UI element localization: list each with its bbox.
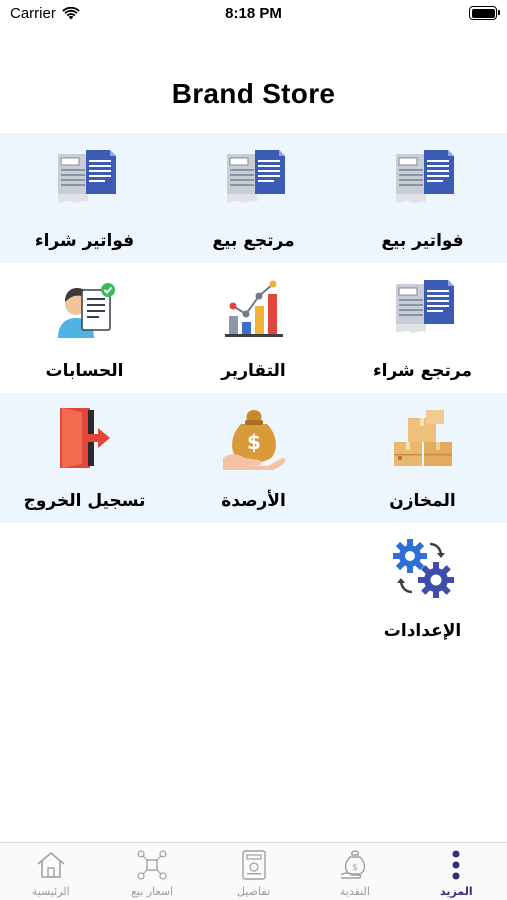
menu-item-label: مرتجع شراء [372,361,473,381]
svg-text:$: $ [352,863,358,873]
tab-label: تفاصيل [237,885,270,898]
menu-item-label: تسجيل الخروج [23,491,146,511]
page-title: Brand Store [171,78,336,109]
details-icon [238,849,270,881]
menu-item-label: فواتير شراء [34,231,135,251]
gears-icon [388,533,458,603]
menu-item-label: الأرصدة [221,491,286,511]
money-bag-icon: $ [219,403,289,473]
status-bar: Carrier 8:18 PM [0,0,507,30]
menu-item-purchase-invoices[interactable]: فواتير شراء [0,133,169,263]
menu-item-label: مرتجع بيع [212,231,295,251]
tab-label: النقدية [339,885,370,898]
accountant-icon [50,273,120,343]
menu-row: المخازن $ الأرصدة تسجيل الخروج [0,393,507,523]
document-icon [388,273,458,343]
prices-icon [136,849,168,881]
cash-icon: $ [339,849,371,881]
battery-icon [469,6,500,20]
menu-item-sales-invoices[interactable]: فواتير بيع [338,133,507,263]
clock: 8:18 PM [225,5,282,22]
tab-cash[interactable]: $ النقدية [304,843,405,900]
home-icon [35,849,67,881]
menu-row: الإعدادات [0,523,507,653]
menu-row: فواتير بيع مرتجع بيع فواتير شراء [0,133,507,263]
menu-item-logout[interactable]: تسجيل الخروج [0,393,169,523]
menu-item-sales-returns[interactable]: مرتجع بيع [169,133,338,263]
menu-item-label: الإعدادات [383,621,462,641]
logout-icon [50,403,120,473]
boxes-icon [388,403,458,473]
menu-item-accounts[interactable]: الحسابات [0,263,169,393]
tab-bar: المزيد $ النقدية تفاصيل اسعار بيع الرئيس… [0,842,507,900]
menu-grid: فواتير بيع مرتجع بيع فواتير شراء مرتجع ش… [0,133,507,653]
more-dots-icon [440,849,472,881]
menu-item-label: التقارير [221,361,286,381]
document-icon [388,143,458,213]
tab-sale-prices[interactable]: اسعار بيع [101,843,202,900]
tab-details[interactable]: تفاصيل [203,843,304,900]
document-icon [219,143,289,213]
menu-item-label: فواتير بيع [381,231,464,251]
tab-label: اسعار بيع [131,885,174,898]
menu-item-warehouses[interactable]: المخازن [338,393,507,523]
document-icon [50,143,120,213]
chart-icon [219,273,289,343]
menu-item-purchase-returns[interactable]: مرتجع شراء [338,263,507,393]
tab-label: الرئيسية [31,885,70,898]
svg-text:$: $ [247,430,261,454]
menu-item-reports[interactable]: التقارير [169,263,338,393]
tab-home[interactable]: الرئيسية [0,843,101,900]
menu-item-label: المخازن [389,491,456,511]
menu-item-label: الحسابات [45,361,124,381]
menu-item-settings[interactable]: الإعدادات [338,523,507,653]
menu-row: مرتجع شراء التقارير الحسابات [0,263,507,393]
menu-item-balances[interactable]: $ الأرصدة [169,393,338,523]
tab-label: المزيد [440,885,473,898]
tab-more[interactable]: المزيد [406,843,507,900]
